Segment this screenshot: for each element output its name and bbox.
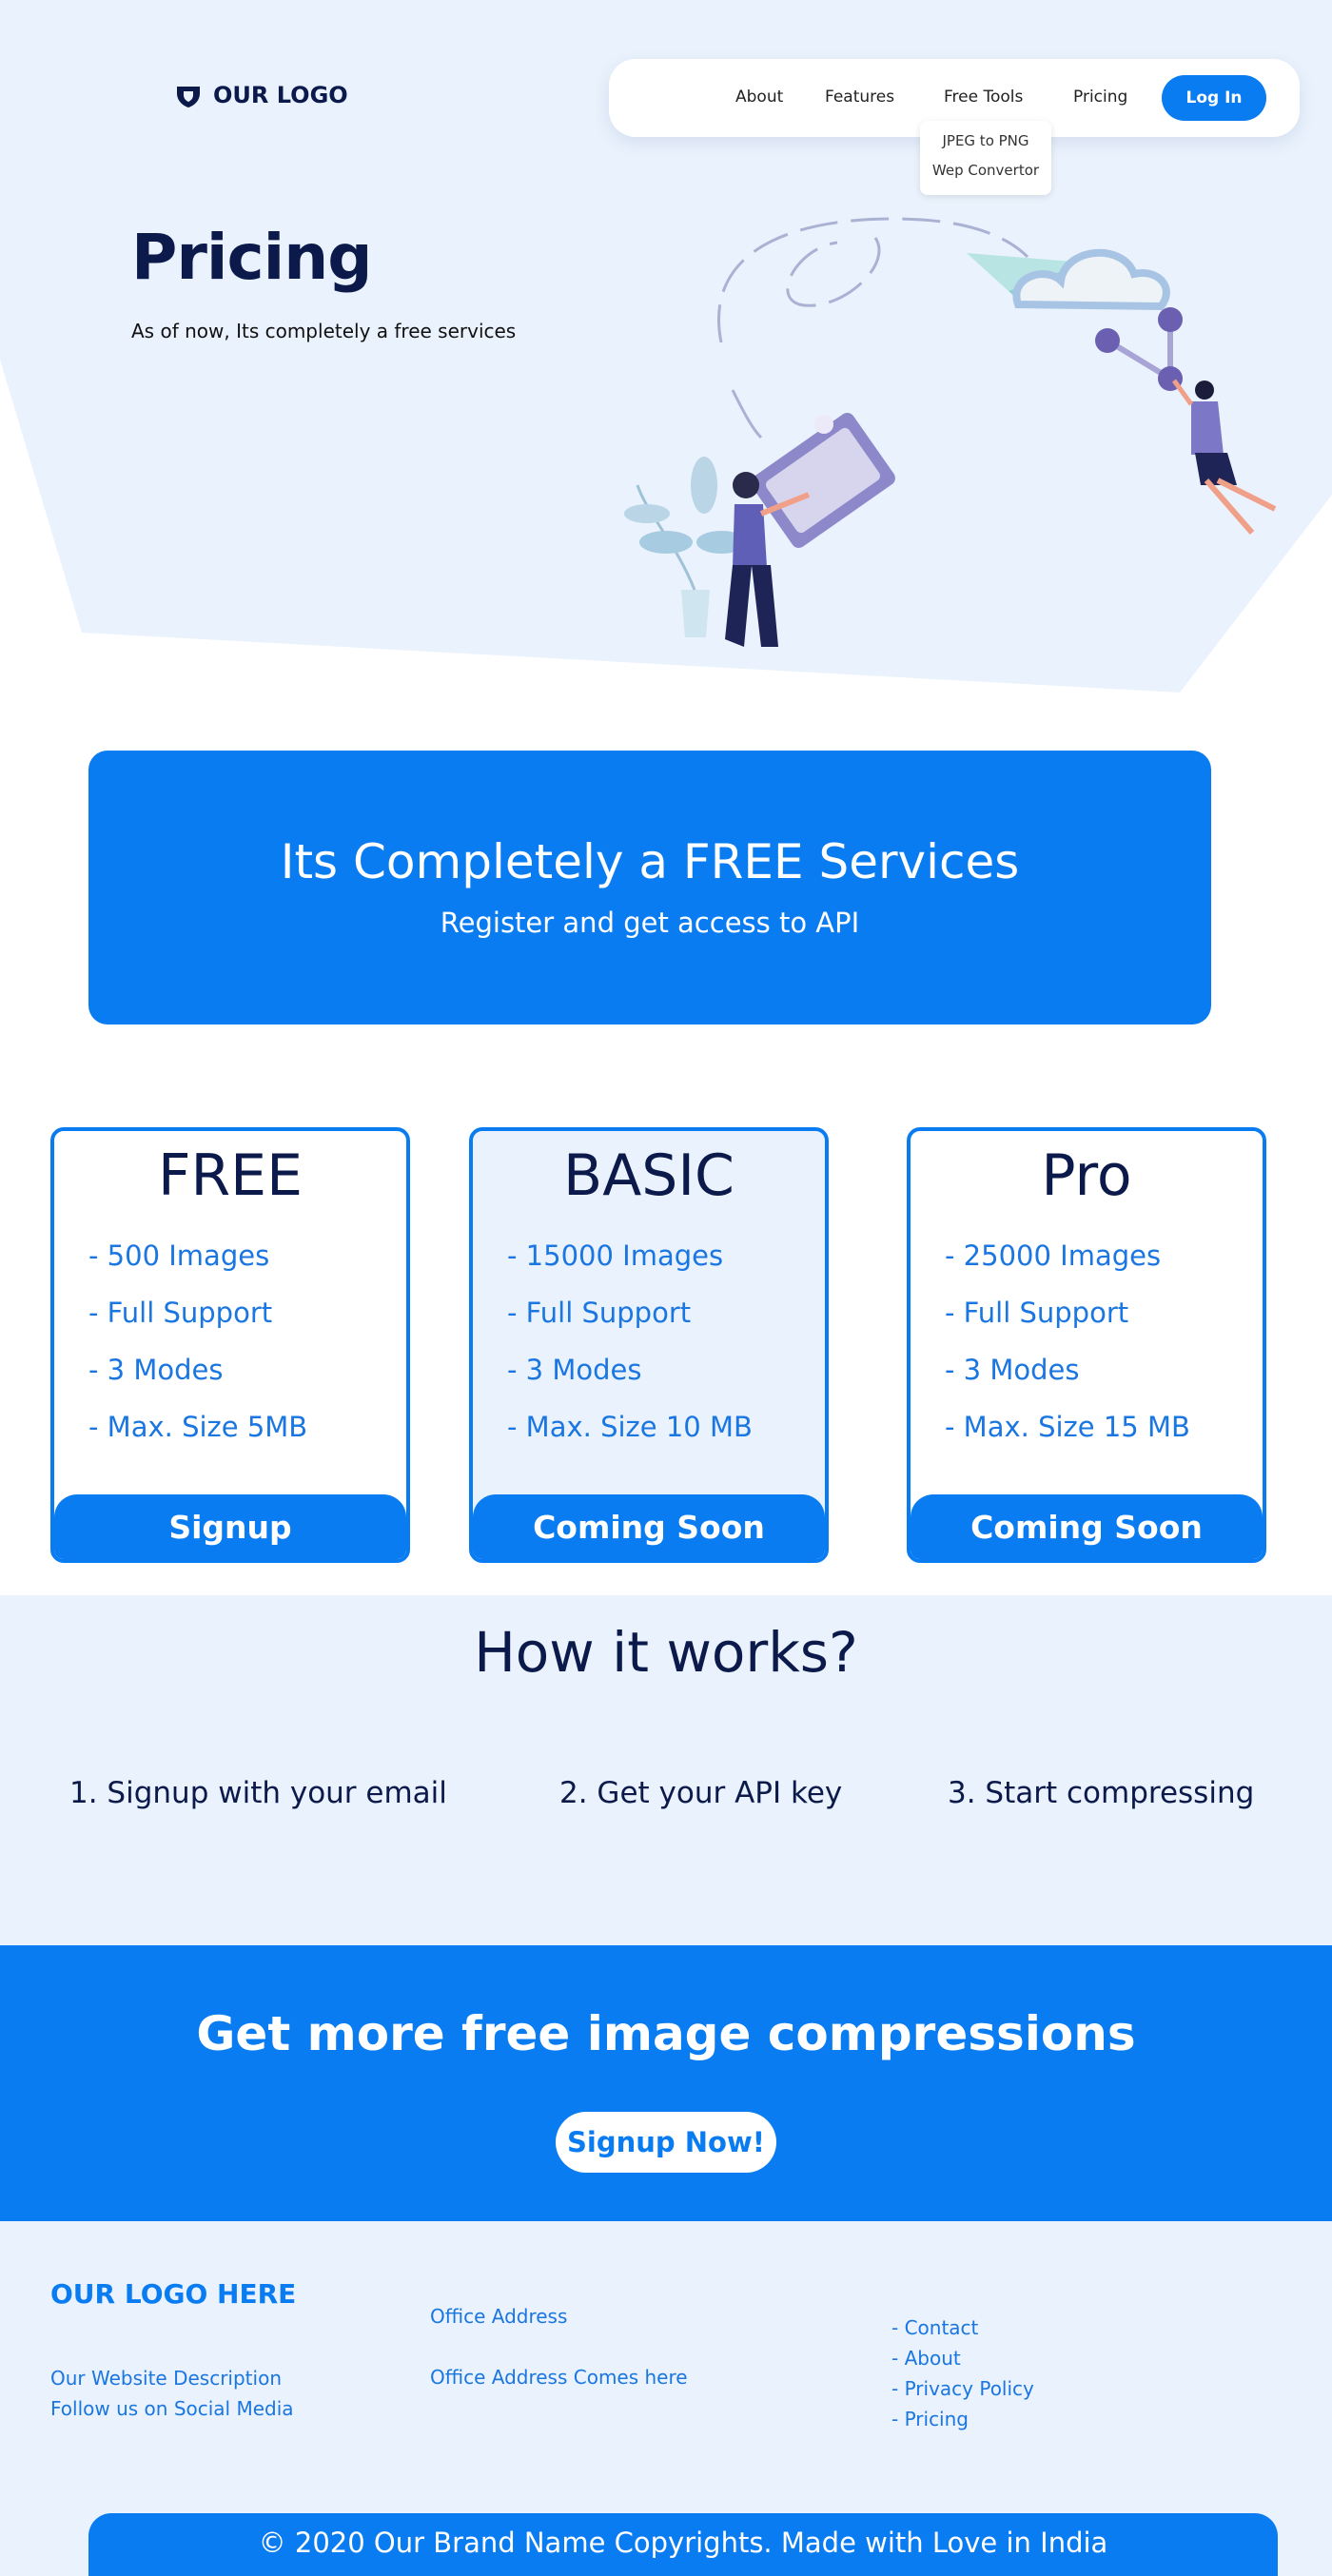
step-item: 1. Signup with your email xyxy=(69,1776,447,1810)
plan-name: Pro xyxy=(1041,1142,1132,1209)
section-title: How it works? xyxy=(474,1620,858,1685)
free-services-banner: Its Completely a FREE Services Register … xyxy=(88,751,1211,1025)
plan-card-basic: BASIC - 15000 Images - Full Support - 3 … xyxy=(469,1127,829,1563)
step-item: 3. Start compressing xyxy=(948,1776,1255,1810)
footer-link-pricing[interactable]: - Pricing xyxy=(891,2408,969,2430)
plan-feature: - 3 Modes xyxy=(507,1354,642,1386)
hero-illustration xyxy=(624,217,1277,647)
page-title: Pricing xyxy=(131,221,373,294)
footer: OUR LOGO HERE Our Website Description Fo… xyxy=(0,2221,1332,2576)
copyright-bar: © 2020 Our Brand Name Copyrights. Made w… xyxy=(88,2513,1278,2576)
plan-feature: - Max. Size 5MB xyxy=(88,1411,308,1443)
office-address-value: Office Address Comes here xyxy=(430,2366,688,2389)
banner-title: Its Completely a FREE Services xyxy=(280,834,1020,889)
footer-link-about[interactable]: - About xyxy=(891,2347,961,2370)
plan-card-free: FREE - 500 Images - Full Support - 3 Mod… xyxy=(50,1127,410,1563)
footer-logo[interactable]: OUR LOGO HERE xyxy=(50,2278,296,2310)
plan-feature: - 3 Modes xyxy=(945,1354,1080,1386)
how-it-works-section: How it works? 1. Signup with your email … xyxy=(0,1595,1332,1945)
nav-item-about[interactable]: About xyxy=(735,88,783,107)
cta-section: Get more free image compressions Signup … xyxy=(0,1945,1332,2221)
plan-feature: - 25000 Images xyxy=(945,1239,1162,1272)
logo[interactable]: OUR LOGO xyxy=(175,82,348,108)
login-button[interactable]: Log In xyxy=(1162,75,1266,121)
nav-item-pricing[interactable]: Pricing xyxy=(1073,88,1127,107)
plan-feature: - Full Support xyxy=(507,1297,692,1329)
shield-icon xyxy=(177,87,200,107)
dropdown-item-jpeg-to-png[interactable]: JPEG to PNG xyxy=(920,132,1051,149)
banner-subtitle: Register and get access to API xyxy=(440,907,860,939)
social-text[interactable]: Follow us on Social Media xyxy=(50,2397,294,2420)
plan-feature: - 500 Images xyxy=(88,1239,270,1272)
website-description: Our Website Description xyxy=(50,2367,282,2390)
dropdown-item-wep-convertor[interactable]: Wep Convertor xyxy=(920,162,1051,179)
hero-subtitle: As of now, Its completely a free service… xyxy=(131,320,517,342)
cta-title: Get more free image compressions xyxy=(196,2006,1136,2061)
office-address-label: Office Address xyxy=(430,2305,568,2328)
free-tools-dropdown: JPEG to PNG Wep Convertor xyxy=(920,121,1051,195)
plan-card-pro: Pro - 25000 Images - Full Support - 3 Mo… xyxy=(907,1127,1266,1563)
plan-feature: - Full Support xyxy=(945,1297,1129,1329)
plan-name: BASIC xyxy=(563,1142,735,1209)
plan-name: FREE xyxy=(157,1142,304,1209)
signup-button[interactable]: Signup xyxy=(54,1494,406,1559)
nav-item-free-tools[interactable]: Free Tools xyxy=(944,88,1023,107)
step-item: 2. Get your API key xyxy=(559,1776,843,1810)
coming-soon-button[interactable]: Coming Soon xyxy=(473,1494,825,1559)
plan-feature: - 15000 Images xyxy=(507,1239,724,1272)
plan-feature: - 3 Modes xyxy=(88,1354,224,1386)
coming-soon-button[interactable]: Coming Soon xyxy=(911,1494,1263,1559)
logo-text: OUR LOGO xyxy=(213,82,348,108)
footer-link-contact[interactable]: - Contact xyxy=(891,2316,978,2339)
nav-item-features[interactable]: Features xyxy=(825,88,894,107)
plan-feature: - Max. Size 15 MB xyxy=(945,1411,1190,1443)
plan-feature: - Max. Size 10 MB xyxy=(507,1411,753,1443)
footer-link-privacy-policy[interactable]: - Privacy Policy xyxy=(891,2377,1034,2400)
signup-now-button[interactable]: Signup Now! xyxy=(556,2112,776,2173)
plan-feature: - Full Support xyxy=(88,1297,273,1329)
